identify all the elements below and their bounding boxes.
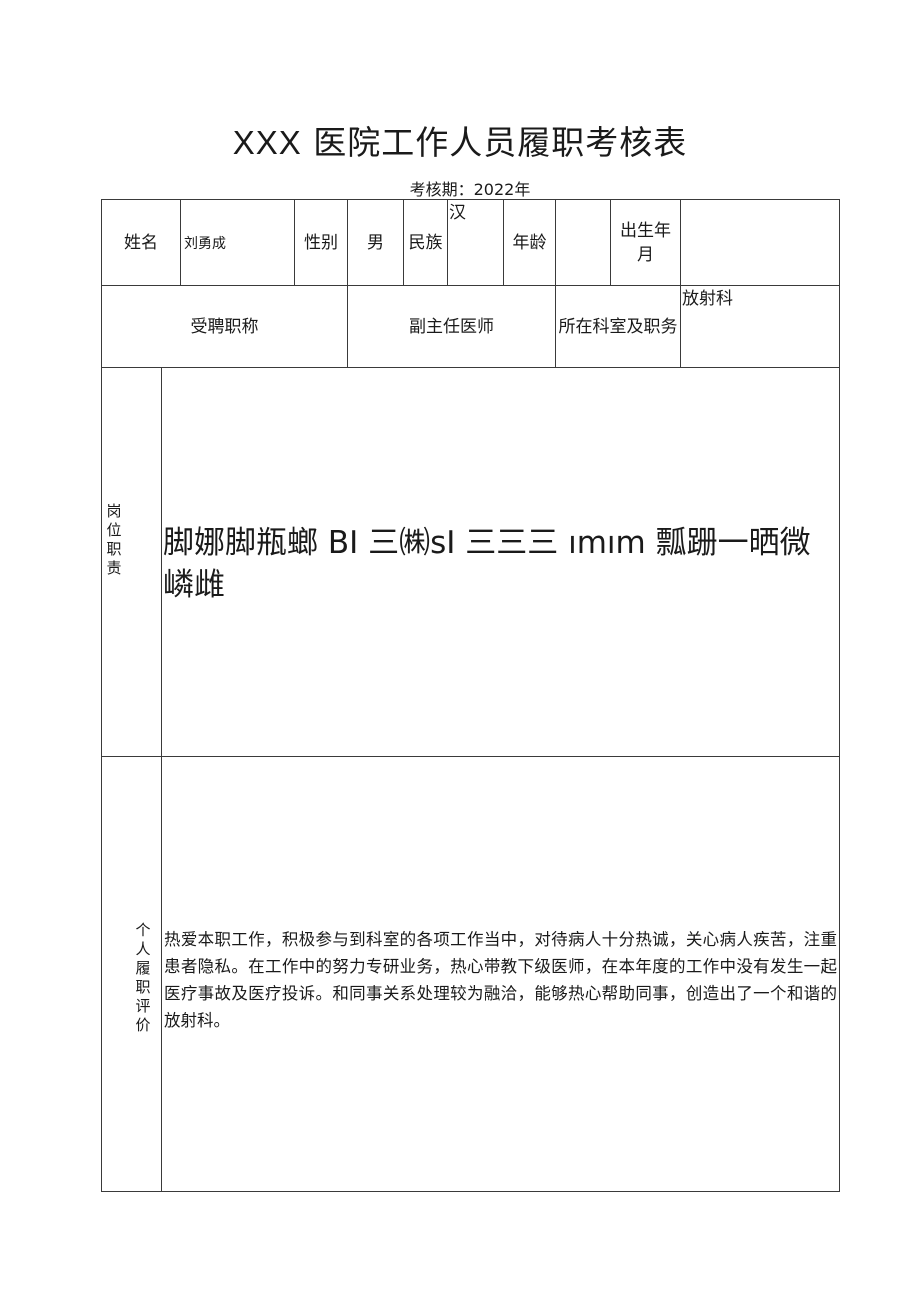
dept-label: 所在科室及职务: [558, 316, 678, 337]
duties-value: 脚娜脚瓶螂 BI 三㈱sI 三三三 ımım 瓢跚一晒微嶙雌: [163, 525, 811, 603]
duties-value-cell: 脚娜脚瓶螂 BI 三㈱sI 三三三 ımım 瓢跚一晒微嶙雌: [161, 367, 840, 757]
age-label: 年龄: [512, 232, 547, 253]
gender-label: 性别: [304, 232, 338, 253]
document-title: XXX 医院工作人员履职考核表: [0, 116, 920, 164]
evaluation-value-cell: 热爱本职工作，积极参与到科室的各项工作当中，对待病人十分热诚，关心病人疾苦，注重…: [161, 756, 840, 1192]
title-prefix: XXX: [232, 124, 302, 161]
duties-label-cell: 岗位职责: [101, 367, 162, 757]
gender-label-cell: 性别: [294, 199, 348, 286]
duties-label: 岗位职责: [106, 502, 122, 577]
dept-value: 放射科: [682, 289, 733, 309]
evaluation-label-cell: 个人履职评价: [101, 756, 162, 1192]
dept-label-cell: 所在科室及职务: [555, 285, 681, 368]
age-label-cell: 年龄: [503, 199, 556, 286]
title-value-cell: 副主任医师: [347, 285, 556, 368]
title-value: 副主任医师: [409, 316, 494, 337]
ethnicity-value-cell: 汉: [447, 199, 504, 286]
dept-value-cell: 放射科: [680, 285, 840, 368]
evaluation-label: 个人履职评价: [135, 921, 151, 1034]
age-value-cell[interactable]: [555, 199, 611, 286]
birth-label-cell: 出生年月: [610, 199, 681, 286]
name-value: 刘勇成: [184, 236, 226, 252]
birth-label: 出生年月: [620, 220, 671, 265]
name-label: 姓名: [124, 232, 158, 253]
title-text: 医院工作人员履职考核表: [313, 123, 688, 162]
ethnicity-label-cell: 民族: [403, 199, 448, 286]
gender-value: 男: [367, 232, 384, 253]
name-label-cell: 姓名: [101, 199, 181, 286]
birth-value-cell[interactable]: [680, 199, 840, 286]
gender-value-cell: 男: [347, 199, 404, 286]
assessment-period: 考核期：2022年: [409, 180, 531, 199]
ethnicity-label: 民族: [408, 232, 443, 253]
ethnicity-value: 汉: [449, 203, 466, 223]
title-label: 受聘职称: [190, 316, 259, 337]
evaluation-value: 热爱本职工作，积极参与到科室的各项工作当中，对待病人十分热诚，关心病人疾苦，注重…: [164, 930, 837, 1030]
title-label-cell: 受聘职称: [101, 285, 348, 368]
name-value-cell: 刘勇成: [180, 199, 295, 286]
